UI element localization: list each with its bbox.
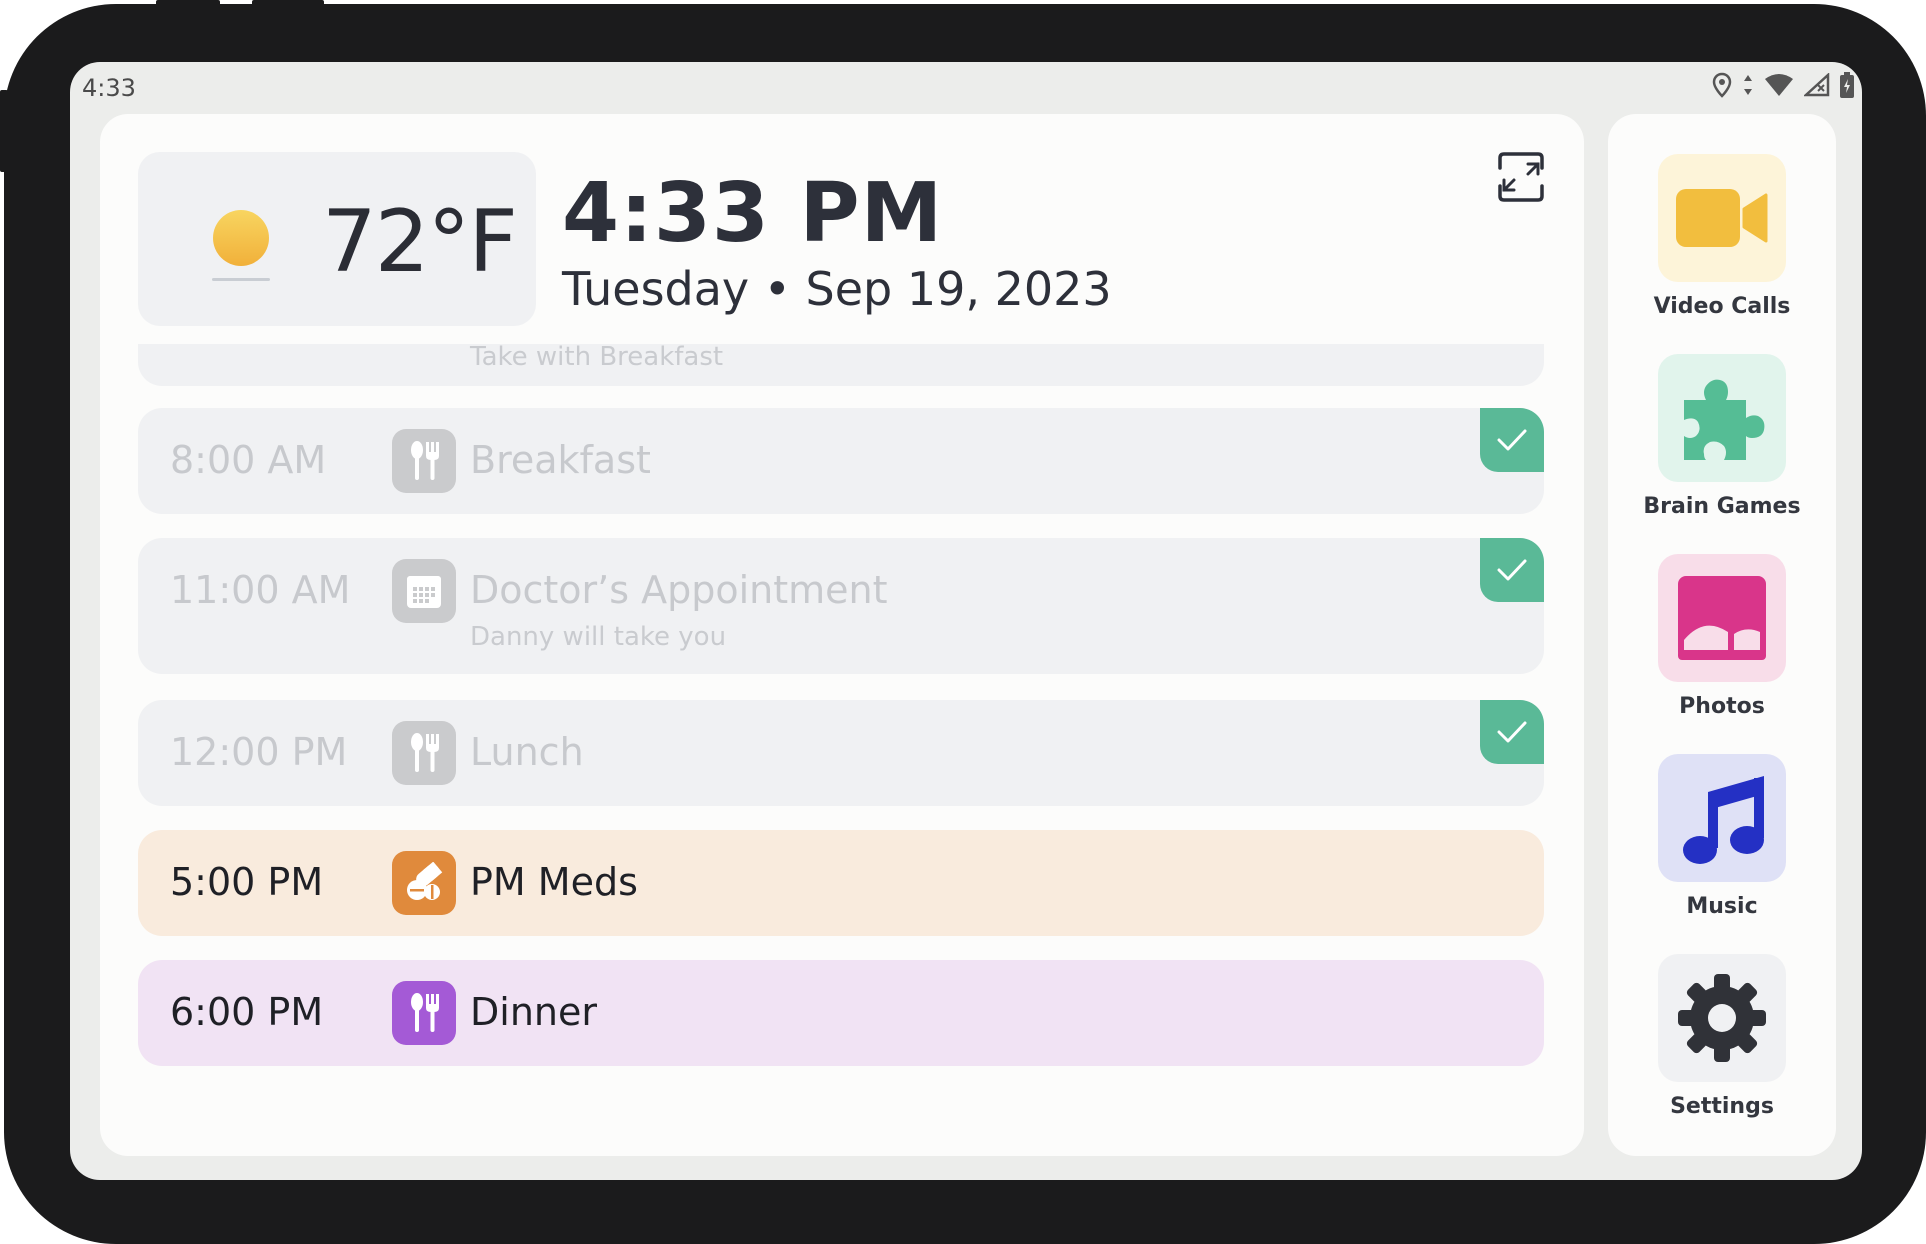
calendar-icon <box>392 559 456 623</box>
schedule-item[interactable]: 8:00 AM Breakfast <box>138 408 1544 514</box>
status-time: 4:33 <box>82 74 136 102</box>
clock-date: Tuesday • Sep 19, 2023 <box>562 262 1112 316</box>
battery-icon <box>1840 72 1854 98</box>
main-panel: 72°F 4:33 PM Tuesday • Sep 19, 2023 Take… <box>100 114 1584 1156</box>
puzzle-icon[interactable] <box>1658 354 1786 482</box>
photo-icon[interactable] <box>1658 554 1786 682</box>
sun-icon <box>212 210 270 281</box>
schedule-list[interactable]: Take with Breakfast 8:00 AM Breakfast 11… <box>138 344 1544 1156</box>
checkmark-icon[interactable] <box>1480 700 1544 764</box>
device-side-button <box>0 90 8 172</box>
event-subtitle: Take with Breakfast <box>470 344 724 372</box>
device-top-button <box>156 0 220 8</box>
utensils-icon <box>392 981 456 1045</box>
schedule-item[interactable]: 6:00 PM Dinner <box>138 960 1544 1066</box>
video-camera-icon[interactable] <box>1658 154 1786 282</box>
cellular-icon <box>1804 73 1830 97</box>
app-label: Photos <box>1679 694 1765 719</box>
app-label: Settings <box>1670 1094 1774 1119</box>
checkmark-icon[interactable] <box>1480 408 1544 472</box>
utensils-icon <box>392 429 456 493</box>
event-time: 12:00 PM <box>170 730 348 774</box>
event-time: 6:00 PM <box>170 990 324 1034</box>
temperature: 72°F <box>322 192 518 292</box>
weather-card[interactable]: 72°F <box>138 152 536 326</box>
wifi-icon <box>1765 74 1793 96</box>
event-title: Doctor’s Appointment <box>470 568 888 612</box>
checkmark-icon[interactable] <box>1480 538 1544 602</box>
app-label: Brain Games <box>1643 494 1801 519</box>
event-time: 5:00 PM <box>170 860 324 904</box>
expand-icon[interactable] <box>1494 150 1548 204</box>
schedule-item[interactable]: 12:00 PM Lunch <box>138 700 1544 806</box>
data-arrows-icon <box>1744 75 1752 95</box>
schedule-item[interactable]: 11:00 AM Doctor’s Appointment Danny will… <box>138 538 1544 674</box>
app-sidebar: Video Calls Brain Games Photos Music Set… <box>1608 114 1836 1156</box>
schedule-item-partial[interactable]: Take with Breakfast <box>138 344 1544 386</box>
event-time: 11:00 AM <box>170 568 351 612</box>
event-title: Dinner <box>470 990 597 1034</box>
event-title: PM Meds <box>470 860 638 904</box>
event-title: Breakfast <box>470 438 651 482</box>
app-label: Music <box>1686 894 1758 919</box>
event-subtitle: Danny will take you <box>470 622 727 652</box>
clock-time: 4:33 PM <box>562 166 944 261</box>
location-icon <box>1712 72 1732 98</box>
status-icons <box>1712 72 1854 98</box>
utensils-icon <box>392 721 456 785</box>
event-time: 8:00 AM <box>170 438 327 482</box>
app-label: Video Calls <box>1653 294 1791 319</box>
status-bar: 4:33 <box>70 62 1862 112</box>
tablet-screen: 4:33 72°F 4:33 PM Tuesday • Sep 19, 2023… <box>70 62 1862 1180</box>
gear-icon[interactable] <box>1658 954 1786 1082</box>
device-top-button <box>252 0 324 8</box>
pills-icon <box>392 851 456 915</box>
music-note-icon[interactable] <box>1658 754 1786 882</box>
event-title: Lunch <box>470 730 584 774</box>
schedule-item[interactable]: 5:00 PM PM Meds <box>138 830 1544 936</box>
